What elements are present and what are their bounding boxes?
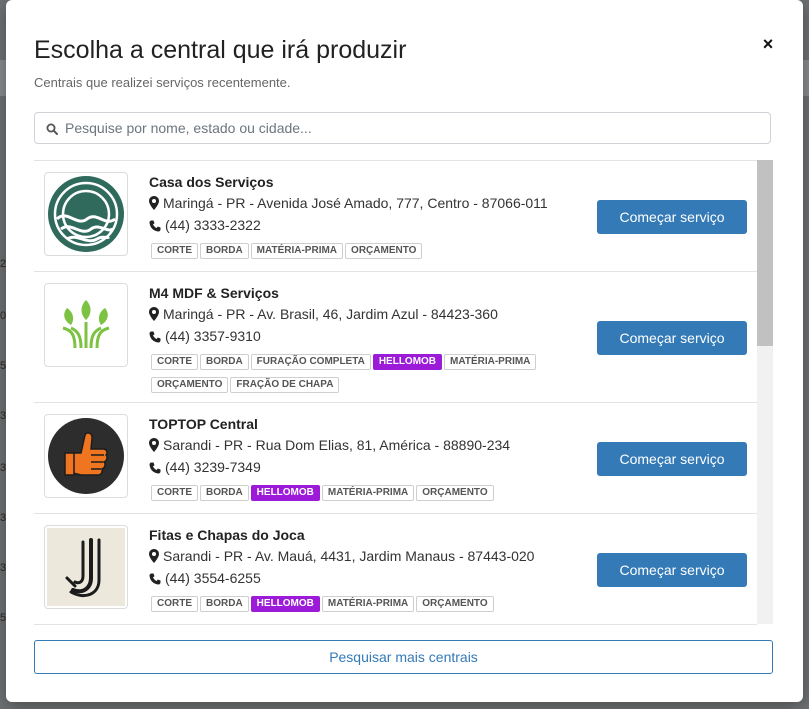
central-name: Casa dos Serviços	[149, 174, 274, 190]
map-marker-icon	[149, 549, 159, 563]
service-tag: ORÇAMENTO	[151, 377, 229, 393]
central-phone: (44) 3357-9310	[149, 328, 261, 344]
start-service-button[interactable]: Começar serviço	[597, 200, 747, 234]
service-tag: ORÇAMENTO	[416, 596, 494, 612]
service-tag: CORTE	[151, 596, 198, 612]
service-tag: ORÇAMENTO	[345, 243, 423, 259]
central-list: Casa dos Serviços Maringá - PR - Avenida…	[34, 160, 773, 625]
service-tag: FURAÇÃO COMPLETA	[250, 354, 371, 370]
central-phone-text: (44) 3333-2322	[165, 217, 261, 233]
hellomob-tag: HELLOMOB	[250, 485, 320, 501]
start-service-button[interactable]: Começar serviço	[597, 442, 747, 476]
search-icon	[46, 123, 58, 135]
phone-icon	[149, 462, 161, 474]
hellomob-tag: HELLOMOB	[372, 354, 443, 370]
central-phone: (44) 3554-6255	[149, 570, 261, 586]
central-address: Sarandi - PR - Rua Dom Elias, 81, Améric…	[149, 437, 510, 453]
service-tag: BORDA	[200, 596, 249, 612]
thumbs-up-logo-icon	[48, 418, 124, 494]
list-item: Fitas e Chapas do Joca Sarandi - PR - Av…	[34, 514, 757, 625]
service-tag: MATÉRIA-PRIMA	[444, 354, 537, 370]
central-phone-text: (44) 3357-9310	[165, 328, 261, 344]
central-address: Maringá - PR - Av. Brasil, 46, Jardim Az…	[149, 306, 498, 322]
hellomob-tag: HELLOMOB	[250, 596, 320, 612]
central-tags: CORTE BORDA HELLOMOB MATÉRIA-PRIMA ORÇAMENTO	[151, 482, 581, 505]
map-marker-icon	[149, 307, 159, 321]
central-phone-text: (44) 3554-6255	[165, 570, 261, 586]
wave-circle-logo-icon	[48, 176, 124, 252]
central-phone: (44) 3239-7349	[149, 459, 261, 475]
central-logo	[44, 414, 128, 498]
service-tag: BORDA	[200, 243, 249, 259]
start-service-button[interactable]: Começar serviço	[597, 553, 747, 587]
phone-icon	[149, 331, 161, 343]
central-phone: (44) 3333-2322	[149, 217, 261, 233]
start-service-button[interactable]: Começar serviço	[597, 321, 747, 355]
j-letter-logo-icon	[47, 528, 125, 606]
service-tag: BORDA	[200, 354, 249, 370]
map-marker-icon	[149, 438, 159, 452]
central-logo	[44, 525, 128, 609]
service-tag: MATÉRIA-PRIMA	[321, 485, 415, 501]
phone-icon	[149, 573, 161, 585]
central-logo	[44, 283, 128, 367]
search-box	[34, 112, 771, 144]
central-address: Sarandi - PR - Av. Mauá, 4431, Jardim Ma…	[149, 548, 534, 564]
plant-leaves-logo-icon	[47, 286, 125, 364]
central-address-text: Maringá - PR - Avenida José Amado, 777, …	[163, 195, 548, 211]
search-more-centrals-button[interactable]: Pesquisar mais centrais	[34, 640, 773, 674]
central-tags: CORTE BORDA MATÉRIA-PRIMA ORÇAMENTO	[151, 240, 581, 263]
central-tags: CORTE BORDA FURAÇÃO COMPLETA HELLOMOB MATÉRI…	[151, 351, 581, 397]
phone-icon	[149, 220, 161, 232]
service-tag: CORTE	[151, 354, 198, 370]
service-tag: BORDA	[200, 485, 249, 501]
service-tag: CORTE	[151, 485, 198, 501]
map-marker-icon	[149, 196, 159, 210]
service-tag: ORÇAMENTO	[416, 485, 494, 501]
service-tag: FRAÇÃO DE CHAPA	[230, 377, 340, 393]
list-item: M4 MDF & Serviços Maringá - PR - Av. Bra…	[34, 272, 757, 403]
modal-subtitle: Centrais que realizei serviços recenteme…	[34, 75, 291, 90]
central-address-text: Maringá - PR - Av. Brasil, 46, Jardim Az…	[163, 306, 498, 322]
modal-title: Escolha a central que irá produzir	[34, 36, 407, 64]
central-name: M4 MDF & Serviços	[149, 285, 279, 301]
central-name: Fitas e Chapas do Joca	[149, 527, 305, 543]
list-item: Casa dos Serviços Maringá - PR - Avenida…	[34, 161, 757, 272]
select-central-modal: Escolha a central que irá produzir Centr…	[6, 0, 803, 702]
central-tags: CORTE BORDA HELLOMOB MATÉRIA-PRIMA ORÇAMENTO	[151, 593, 581, 616]
search-input[interactable]	[65, 113, 755, 143]
central-address: Maringá - PR - Avenida José Amado, 777, …	[149, 195, 548, 211]
central-logo	[44, 172, 128, 256]
service-tag: MATÉRIA-PRIMA	[250, 243, 344, 259]
central-name: TOPTOP Central	[149, 416, 258, 432]
central-address-text: Sarandi - PR - Rua Dom Elias, 81, Améric…	[163, 437, 511, 453]
close-button[interactable]: ×	[759, 35, 777, 53]
list-item: TOPTOP Central Sarandi - PR - Rua Dom El…	[34, 403, 757, 514]
service-tag: MATÉRIA-PRIMA	[321, 596, 415, 612]
central-address-text: Sarandi - PR - Av. Mauá, 4431, Jardim Ma…	[163, 548, 535, 564]
list-scrollbar-thumb[interactable]	[757, 160, 773, 346]
central-phone-text: (44) 3239-7349	[165, 459, 261, 475]
service-tag: CORTE	[151, 243, 198, 259]
